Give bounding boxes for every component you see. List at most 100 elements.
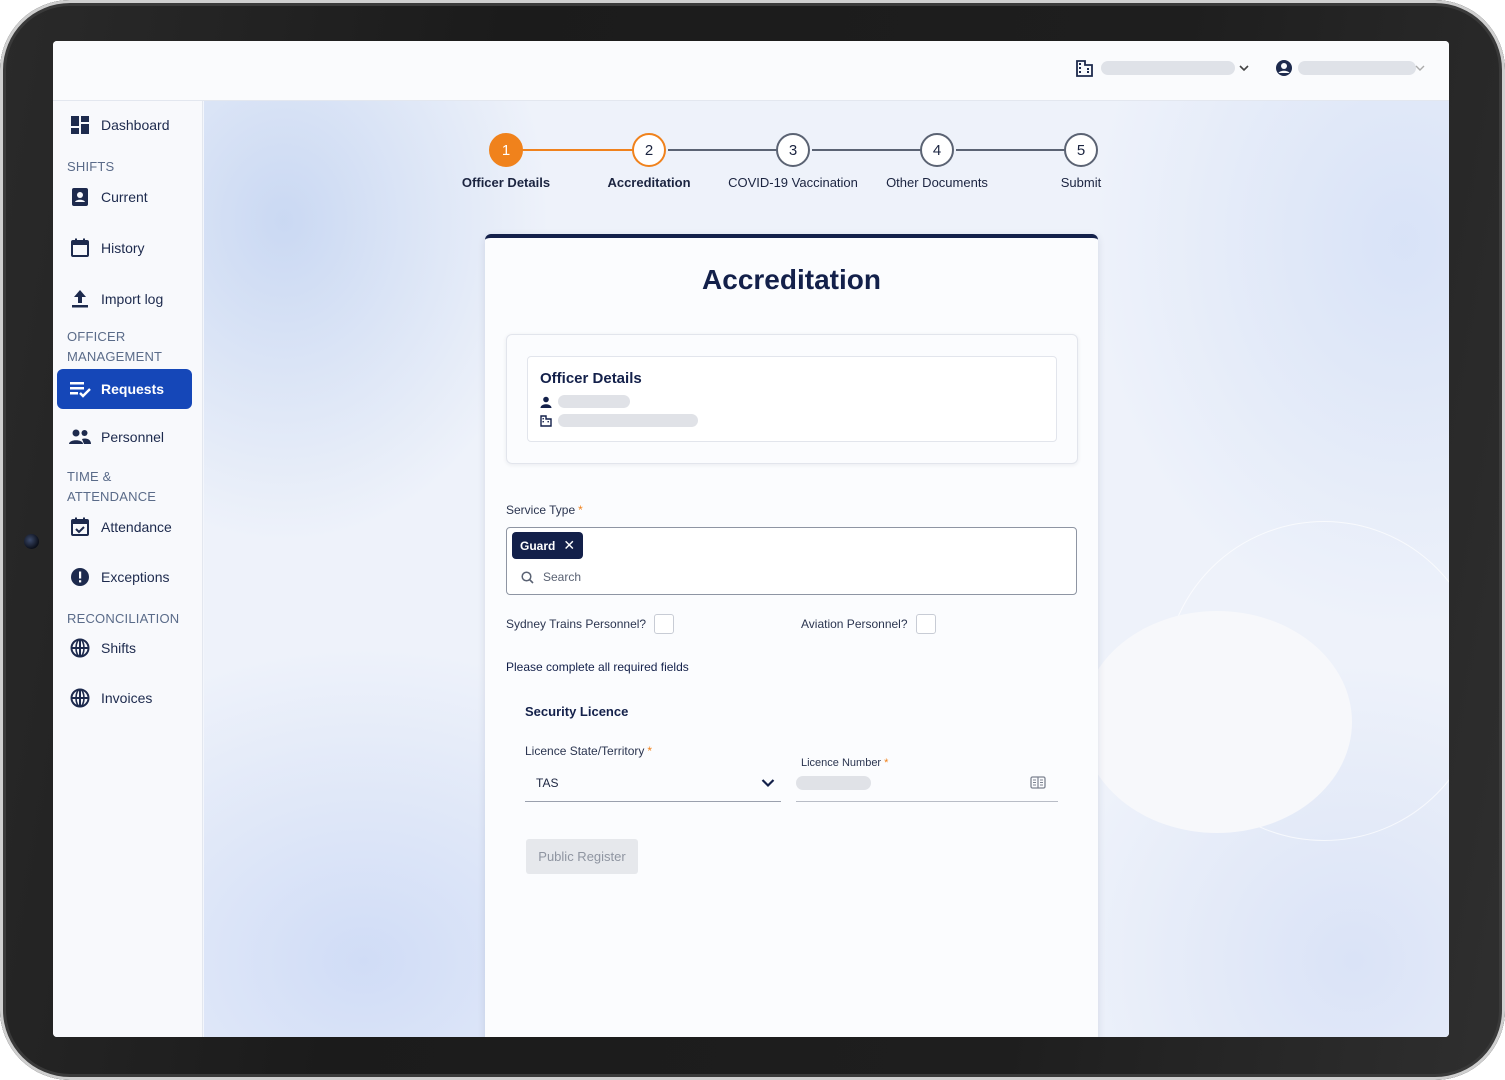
- step-1-label: Officer Details: [461, 175, 551, 190]
- sidebar-item-label: Dashboard: [101, 117, 170, 133]
- chevron-down-icon: [1239, 65, 1249, 72]
- sidebar-item-import-log[interactable]: Import log: [57, 279, 192, 319]
- step-4-circle[interactable]: 4: [920, 133, 954, 167]
- organisation-selector[interactable]: [1075, 58, 1250, 78]
- licence-state-label: Licence State/Territory *: [525, 744, 652, 758]
- sidebar-item-label: Shifts: [101, 640, 137, 656]
- camera-dot: [24, 534, 39, 549]
- security-licence-heading: Security Licence: [525, 704, 629, 719]
- sidebar-item-label: Requests: [101, 381, 165, 397]
- person-icon: [540, 396, 552, 408]
- upload-icon: [69, 288, 91, 310]
- licence-state-select[interactable]: TAS: [525, 768, 781, 802]
- required-fields-warning: Please complete all required fields: [506, 660, 689, 674]
- step-connector: [522, 149, 636, 151]
- sidebar-item-label: History: [101, 240, 145, 256]
- officer-details-box: Officer Details: [527, 356, 1057, 442]
- step-connector: [812, 149, 924, 151]
- sidebar-item-label: Invoices: [101, 690, 153, 706]
- sidebar-item-personnel[interactable]: Personnel: [57, 417, 192, 457]
- service-type-search[interactable]: Search: [521, 570, 581, 584]
- officer-company-row: [540, 414, 698, 427]
- step-2-circle[interactable]: 2: [632, 133, 666, 167]
- sidebar-item-label: Exceptions: [101, 569, 170, 585]
- section-label-shifts: SHIFTS: [67, 159, 115, 174]
- chevron-down-icon: [1415, 65, 1425, 71]
- dashboard-icon: [69, 114, 91, 136]
- step-3-circle[interactable]: 3: [776, 133, 810, 167]
- building-icon: [1076, 60, 1093, 77]
- selected-chip-guard[interactable]: Guard ✕: [512, 532, 584, 559]
- sydney-trains-label: Sydney Trains Personnel?: [506, 617, 647, 631]
- globe-icon: [69, 637, 91, 659]
- user-name-redacted: [1298, 61, 1416, 75]
- section-label-line: MANAGEMENT: [67, 349, 163, 364]
- close-icon[interactable]: ✕: [563, 537, 575, 554]
- organisation-name-redacted: [1101, 61, 1235, 75]
- step-1-circle[interactable]: 1: [489, 133, 523, 167]
- licence-number-redacted: [796, 776, 871, 790]
- step-connector: [668, 149, 780, 151]
- sydney-trains-row: Sydney Trains Personnel?: [506, 614, 675, 634]
- sidebar-item-label: Current: [101, 189, 148, 205]
- id-card-icon[interactable]: [1030, 776, 1046, 789]
- requests-icon: [69, 378, 91, 400]
- aviation-row: Aviation Personnel?: [801, 614, 936, 634]
- step-connector: [956, 149, 1068, 151]
- sidebar-item-requests[interactable]: Requests: [57, 369, 192, 409]
- section-label-time-attendance: TIME & ATTENDANCE: [67, 467, 156, 507]
- licence-state-label-text: Licence State/Territory: [525, 744, 645, 758]
- service-type-multiselect[interactable]: Guard ✕ Search: [506, 527, 1077, 595]
- sidebar-item-exceptions[interactable]: Exceptions: [57, 557, 192, 597]
- sydney-trains-checkbox[interactable]: [654, 614, 675, 634]
- decorative-circle: [1082, 611, 1352, 833]
- sidebar-item-current[interactable]: Current: [57, 177, 192, 217]
- licence-number-field[interactable]: [796, 768, 1058, 802]
- section-label-line: OFFICER: [67, 329, 126, 344]
- page-title: Accreditation: [702, 264, 881, 295]
- officer-details-title: Officer Details: [540, 370, 642, 387]
- sidebar-item-attendance[interactable]: Attendance: [57, 507, 192, 547]
- step-4-label: Other Documents: [886, 175, 988, 190]
- aviation-checkbox[interactable]: [915, 614, 936, 634]
- alert-icon: [69, 566, 91, 588]
- sidebar-item-invoices[interactable]: Invoices: [57, 678, 192, 718]
- sidebar-item-dashboard[interactable]: Dashboard: [57, 105, 192, 145]
- sidebar-item-label: Attendance: [101, 519, 172, 535]
- people-icon: [69, 426, 91, 448]
- sidebar-item-label: Personnel: [101, 429, 165, 445]
- sidebar-item-history[interactable]: History: [57, 228, 192, 268]
- top-bar: [53, 41, 1449, 101]
- building-icon: [540, 414, 552, 427]
- section-label-line: ATTENDANCE: [67, 489, 157, 504]
- chevron-down-icon: [761, 779, 775, 788]
- aviation-label: Aviation Personnel?: [801, 617, 908, 631]
- licence-state-value: TAS: [536, 776, 559, 790]
- officer-name-row: [540, 395, 630, 408]
- section-label-line: TIME &: [67, 469, 112, 484]
- officer-name-redacted: [558, 395, 630, 408]
- search-icon: [521, 570, 534, 584]
- search-placeholder: Search: [543, 570, 582, 584]
- sidebar: Dashboard SHIFTS Current History Import …: [53, 101, 203, 1037]
- step-5-label: Submit: [1060, 175, 1102, 190]
- officer-details-panel: Officer Details: [506, 334, 1078, 464]
- calendar-icon: [69, 237, 91, 259]
- step-2-label: Accreditation: [607, 175, 691, 190]
- tablet-frame: Dashboard SHIFTS Current History Import …: [0, 0, 1505, 1080]
- badge-icon: [69, 186, 91, 208]
- sidebar-item-label: Import log: [101, 291, 164, 307]
- officer-company-redacted: [558, 414, 698, 427]
- step-3-label: COVID-19 Vaccination: [728, 175, 858, 190]
- required-asterisk: *: [578, 503, 583, 517]
- user-menu[interactable]: [1275, 58, 1426, 78]
- public-register-button[interactable]: Public Register: [526, 839, 638, 874]
- service-type-label-text: Service Type: [506, 503, 576, 517]
- accreditation-card: Accreditation Officer Details Service Ty…: [485, 234, 1098, 1037]
- required-asterisk: *: [647, 744, 653, 758]
- sidebar-item-shifts[interactable]: Shifts: [57, 628, 192, 668]
- globe-icon: [69, 687, 91, 709]
- calendar-check-icon: [69, 516, 91, 538]
- section-label-officer-management: OFFICER MANAGEMENT: [67, 327, 162, 367]
- step-5-circle[interactable]: 5: [1064, 133, 1098, 167]
